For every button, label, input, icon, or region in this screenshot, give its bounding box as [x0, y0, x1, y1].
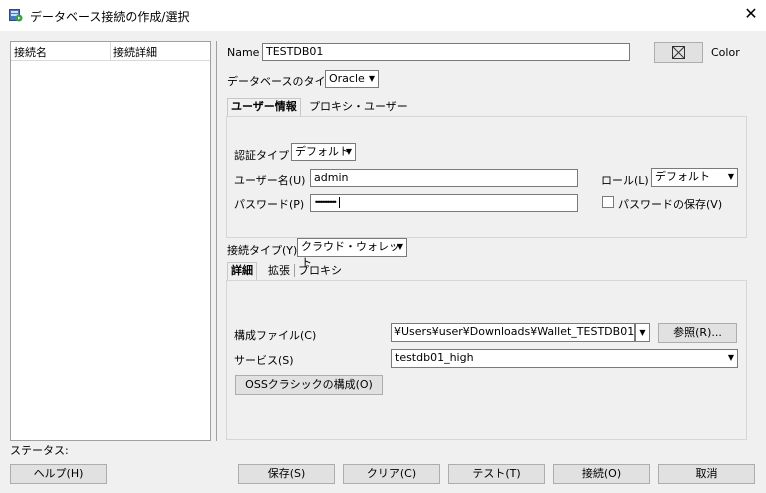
- save-password-label[interactable]: パスワードの保存(V): [618, 196, 722, 212]
- chevron-down-icon: ▼: [639, 328, 646, 337]
- username-label: ユーザー名(U): [234, 174, 306, 187]
- column-header-connection-details[interactable]: 接続詳細: [113, 44, 157, 60]
- app-icon: [9, 9, 23, 22]
- tab-details[interactable]: 詳細: [227, 262, 257, 281]
- auth-type-label: 認証タイプ: [234, 149, 289, 162]
- db-type-value: Oracle: [329, 72, 365, 85]
- conn-type-select[interactable]: クラウド・ウォレット ▼: [297, 238, 407, 269]
- config-file-input[interactable]: ¥Users¥user¥Downloads¥Wallet_TESTDB01.zi…: [391, 323, 635, 342]
- chevron-down-icon: ▼: [396, 242, 403, 251]
- role-label: ロール(L): [601, 174, 649, 187]
- text-cursor: [338, 197, 340, 208]
- color-label: Color: [711, 46, 740, 59]
- name-label: Name: [227, 46, 260, 59]
- service-value: testdb01_high: [395, 351, 474, 364]
- config-file-dropdown[interactable]: ▼: [635, 323, 650, 342]
- close-icon[interactable]: ✕: [742, 5, 760, 23]
- color-picker-icon: [671, 46, 685, 59]
- service-label: サービス(S): [234, 354, 294, 367]
- tab-advanced[interactable]: 拡張: [265, 263, 293, 279]
- tab-proxy-user[interactable]: プロキシ・ユーザー: [306, 99, 411, 115]
- column-header-connection-name[interactable]: 接続名: [14, 44, 47, 60]
- save-password-checkbox[interactable]: [602, 196, 614, 208]
- password-value: ••••••••••••: [314, 198, 338, 207]
- color-picker-button[interactable]: [654, 42, 703, 63]
- cancel-button[interactable]: 取消: [658, 464, 755, 484]
- tab-proxy[interactable]: プロキシ: [295, 263, 345, 279]
- tab-user-info[interactable]: ユーザー情報: [227, 98, 301, 117]
- name-input[interactable]: TESTDB01: [262, 43, 630, 61]
- help-button[interactable]: ヘルプ(H): [10, 464, 107, 484]
- password-label: パスワード(P): [234, 198, 305, 211]
- splitter[interactable]: [216, 41, 217, 441]
- oss-classic-config-button[interactable]: OSSクラシックの構成(O): [235, 375, 383, 395]
- role-select[interactable]: デフォルト ▼: [651, 168, 738, 187]
- chevron-down-icon: ▼: [727, 353, 734, 362]
- status-label: ステータス:: [10, 444, 69, 457]
- chevron-down-icon: ▼: [368, 74, 375, 83]
- auth-type-select[interactable]: デフォルト ▼: [291, 143, 356, 161]
- window-title: データベース接続の作成/選択: [30, 10, 190, 24]
- db-type-select[interactable]: Oracle ▼: [325, 70, 379, 88]
- conn-type-label: 接続タイプ(Y): [227, 244, 298, 257]
- chevron-down-icon: ▼: [345, 147, 352, 156]
- username-input[interactable]: admin: [310, 169, 578, 187]
- service-select[interactable]: testdb01_high ▼: [391, 349, 738, 368]
- db-type-label: データベースのタイプ: [227, 75, 337, 88]
- role-value: デフォルト: [655, 170, 710, 183]
- test-button[interactable]: テスト(T): [448, 464, 545, 484]
- config-file-label: 構成ファイル(C): [234, 329, 317, 342]
- connect-button[interactable]: 接続(O): [553, 464, 650, 484]
- password-input[interactable]: ••••••••••••: [310, 194, 578, 212]
- save-button[interactable]: 保存(S): [238, 464, 335, 484]
- connections-list[interactable]: 接続名 接続詳細: [10, 41, 211, 441]
- chevron-down-icon: ▼: [727, 172, 734, 181]
- browse-button[interactable]: 参照(R)...: [658, 323, 737, 343]
- clear-button[interactable]: クリア(C): [343, 464, 440, 484]
- auth-type-value: デフォルト: [295, 145, 350, 158]
